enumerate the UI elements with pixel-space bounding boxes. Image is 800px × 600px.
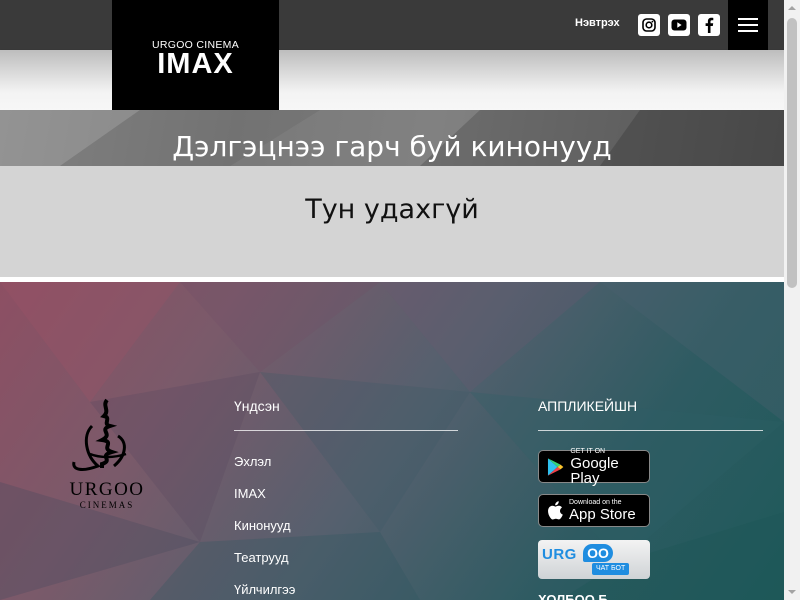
movies-panel: Тун удахгүй	[0, 166, 784, 277]
now-showing-banner: Дэлгэцнээ гарч буй кинонууд	[0, 110, 784, 166]
imax-logo[interactable]: URGOO CINEMA IMAX	[112, 0, 279, 110]
facebook-icon[interactable]	[698, 14, 720, 36]
footer-link-movies[interactable]: Кинонууд	[234, 518, 291, 533]
scroll-down-arrow-icon[interactable]	[784, 584, 800, 600]
logo-big-text: IMAX	[157, 48, 234, 80]
page-title: Дэлгэцнээ гарч буй кинонууд	[172, 130, 612, 163]
apps-title: АППЛИКЕЙШН	[538, 398, 638, 414]
scrollbar-thumb[interactable]	[787, 18, 797, 288]
chatbot-button[interactable]: URG OO ЧАТ БОТ	[538, 540, 650, 579]
google-play-label: Google Play	[570, 454, 619, 487]
google-play-small: GET IT ON	[570, 447, 606, 455]
coming-soon-text: Тун удахгүй	[305, 194, 479, 225]
vertical-scrollbar[interactable]	[784, 0, 800, 600]
footer-link-theaters[interactable]: Театрууд	[234, 550, 289, 565]
main-nav-title: Үндсэн	[234, 398, 280, 414]
contact-heading: ХОЛБОО Б	[538, 592, 608, 600]
footer-link-services[interactable]: Үйлчилгээ	[234, 582, 295, 597]
brand-sub: CINEMAS	[80, 500, 135, 510]
chatbot-sub: ЧАТ БОТ	[592, 563, 630, 575]
brand-name: URGOO	[69, 479, 144, 500]
apple-icon	[548, 501, 563, 520]
urgoo-cinemas-logo[interactable]: URGOO CINEMAS	[52, 396, 162, 516]
hamburger-menu-icon[interactable]	[728, 0, 768, 50]
scroll-up-arrow-icon[interactable]	[784, 0, 800, 16]
apps-divider	[538, 430, 763, 431]
footer-link-imax[interactable]: IMAX	[234, 486, 266, 501]
google-play-icon	[547, 457, 564, 476]
site-footer: URGOO CINEMAS Үндсэн Эхлэл IMAX Кинонууд…	[0, 282, 784, 600]
google-play-button[interactable]: GET IT ON Google Play	[538, 447, 650, 487]
app-store-label: App Store	[569, 506, 636, 523]
youtube-icon[interactable]	[668, 14, 690, 36]
app-store-small: Download on the	[569, 499, 622, 506]
chatbot-logo-a: URG	[542, 546, 577, 563]
app-store-button[interactable]: Download on the App Store	[538, 494, 650, 527]
footer-link-home[interactable]: Эхлэл	[234, 454, 271, 469]
chatbot-logo-b: OO	[583, 544, 613, 562]
login-link[interactable]: Нэвтрэх	[575, 17, 620, 29]
instagram-icon[interactable]	[638, 14, 660, 36]
main-nav-divider	[234, 430, 458, 431]
